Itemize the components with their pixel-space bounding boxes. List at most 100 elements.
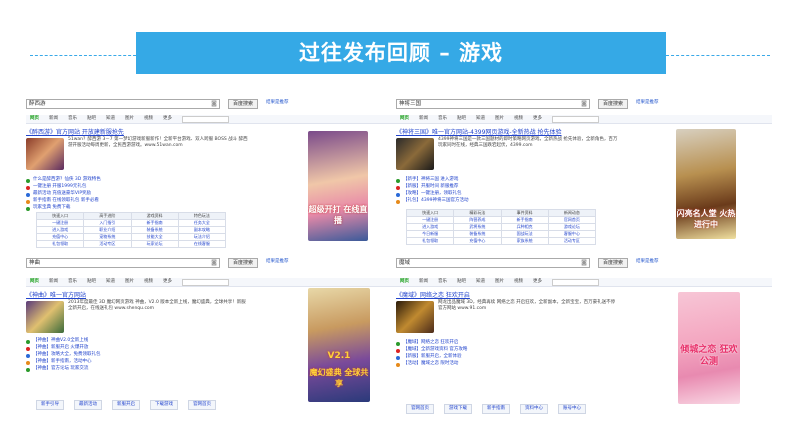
tab-more[interactable]: 更多 — [533, 279, 542, 285]
table-cell[interactable]: 任务大全 — [177, 219, 227, 227]
table-cell[interactable]: 装备系统 — [453, 230, 502, 238]
sitelink[interactable]: 【新服】新服开启，全新体验 — [396, 354, 666, 361]
search-button[interactable]: 百度搜索 — [598, 258, 629, 268]
camera-icon[interactable]: ◙ — [581, 259, 587, 267]
tab-web[interactable]: 网页 — [30, 116, 39, 122]
table-cell[interactable]: 游戏论坛 — [547, 223, 597, 231]
table-cell[interactable]: 一键注册 — [35, 219, 85, 227]
tab-music[interactable]: 音乐 — [438, 279, 447, 285]
sitelink[interactable]: 【魔域】网络之恋 狂欢开启 — [396, 340, 666, 347]
table-cell[interactable]: 一键注册 — [405, 216, 455, 224]
tab-tieba[interactable]: 贴吧 — [457, 279, 466, 285]
sitelink[interactable]: 【神曲】攻略大全，免费领取礼包 — [26, 352, 296, 359]
result-title[interactable]: 《醉西游》官方网站 开放建新服抢先 — [26, 129, 124, 137]
table-cell[interactable]: 活动专区 — [83, 240, 132, 248]
table-cell[interactable]: 新手指南 — [130, 219, 179, 227]
search-button[interactable]: 百度搜索 — [598, 99, 629, 109]
sitelink[interactable]: 【神曲】新服开启 火爆开放 — [26, 345, 296, 352]
tab-web[interactable]: 网页 — [30, 279, 39, 285]
tab-zhidao[interactable]: 知道 — [106, 279, 115, 285]
table-cell[interactable]: 武将系统 — [453, 223, 502, 231]
sitelink[interactable]: 新手指南 在线领取礼包 新手必看 — [26, 198, 296, 205]
tab-video[interactable]: 视频 — [514, 279, 523, 285]
quick-button[interactable]: 新手引导 — [36, 400, 64, 411]
quick-button[interactable]: 最新活动 — [74, 400, 102, 411]
table-cell[interactable]: 活动专区 — [547, 237, 597, 245]
tab-video[interactable]: 视频 — [144, 279, 153, 285]
sitelink[interactable]: 【活动】魔域之恋 限时活动 — [396, 361, 666, 368]
quick-button[interactable]: 游戏下载 — [444, 404, 472, 415]
game-ad-image[interactable]: 超级开打 在线直播 — [308, 131, 368, 241]
table-cell[interactable]: 兵种相克 — [500, 223, 549, 231]
result-title[interactable]: 《神曲》唯一官方网站 — [26, 292, 86, 300]
mini-search-input[interactable] — [552, 278, 599, 286]
sitelink[interactable]: 【神曲】神曲V2.0全新上线 — [26, 338, 296, 345]
table-cell[interactable]: 副本攻略 — [177, 226, 227, 234]
tab-tieba[interactable]: 贴吧 — [457, 116, 466, 122]
result-title[interactable]: 《魔域》网络之恋 狂欢开启 — [396, 292, 470, 300]
tab-music[interactable]: 音乐 — [438, 116, 447, 122]
table-cell[interactable]: 入门指引 — [83, 219, 132, 227]
game-ad-image[interactable]: V2.1 魔幻盛典 全球共享 — [308, 288, 370, 402]
table-cell[interactable]: 家族系统 — [500, 237, 549, 245]
table-cell[interactable]: 充值中心 — [35, 233, 85, 241]
advanced-link[interactable]: 结果是推荐 — [266, 259, 289, 265]
table-cell[interactable]: 今日新服 — [405, 230, 455, 238]
quick-button[interactable]: 下载游戏 — [150, 400, 178, 411]
tab-zhidao[interactable]: 知道 — [476, 279, 485, 285]
quick-button[interactable]: 官网首页 — [188, 400, 216, 411]
sitelink[interactable]: 【新服】开服时间 新服推荐 — [396, 184, 666, 191]
table-cell[interactable]: 客服中心 — [547, 230, 597, 238]
camera-icon[interactable]: ◙ — [211, 259, 217, 267]
tab-web[interactable]: 网页 — [400, 116, 409, 122]
advanced-link[interactable]: 结果是推荐 — [636, 259, 659, 265]
tab-images[interactable]: 图片 — [495, 116, 504, 122]
sitelink[interactable]: 【神曲】新手指南，活动中心 — [26, 359, 296, 366]
table-cell[interactable]: 新手指南 — [500, 216, 549, 224]
advanced-link[interactable]: 结果是推荐 — [266, 100, 289, 106]
sitelink[interactable]: 【神曲】官方论坛 玩家交流 — [26, 366, 296, 373]
search-input[interactable]: 醉西游 ◙ — [26, 99, 220, 109]
tab-music[interactable]: 音乐 — [68, 116, 77, 122]
sitelink[interactable]: 最新活动 充值送豪华VIP奖励 — [26, 191, 296, 198]
tab-more[interactable]: 更多 — [163, 116, 172, 122]
tab-more[interactable]: 更多 — [533, 116, 542, 122]
table-cell[interactable]: 玩家论坛 — [130, 240, 179, 248]
tab-news[interactable]: 新闻 — [419, 279, 428, 285]
table-cell[interactable]: 国战玩法 — [500, 230, 549, 238]
result-title[interactable]: 《神将三国》唯一官方网站-4399网页游戏-全新热战 抢先体验 — [396, 129, 562, 137]
tab-tieba[interactable]: 贴吧 — [87, 279, 96, 285]
tab-images[interactable]: 图片 — [495, 279, 504, 285]
search-button[interactable]: 百度搜索 — [228, 258, 259, 268]
table-cell[interactable]: 充值中心 — [453, 237, 502, 245]
search-input[interactable]: 神将三国 ◙ — [396, 99, 590, 109]
tab-news[interactable]: 新闻 — [419, 116, 428, 122]
sitelink[interactable]: 一键注册 开服1999元礼包 — [26, 184, 296, 191]
advanced-link[interactable]: 结果是推荐 — [636, 100, 659, 106]
sitelink[interactable]: 【魔域】全新游戏资料 官方攻略 — [396, 347, 666, 354]
sitelink[interactable]: 【攻略】一键注册，领取礼包 — [396, 191, 666, 198]
sitelink[interactable]: 【新手】神将三国 进入游戏 — [396, 177, 666, 184]
tab-zhidao[interactable]: 知道 — [106, 116, 115, 122]
search-input[interactable]: 神曲 ◙ — [26, 258, 220, 268]
game-ad-image[interactable]: 闪亮名人堂 火热进行中 — [676, 129, 736, 239]
table-cell[interactable]: 玩法介绍 — [177, 233, 227, 241]
table-cell[interactable]: 装备系统 — [130, 226, 179, 234]
quick-button[interactable]: 账号中心 — [558, 404, 586, 415]
table-cell[interactable]: 礼包领取 — [35, 240, 85, 248]
mini-search-input[interactable] — [552, 115, 599, 123]
table-cell[interactable]: 职业介绍 — [83, 226, 132, 234]
tab-web[interactable]: 网页 — [400, 279, 409, 285]
sitelink[interactable]: 玩家宝典 免费下载 — [26, 205, 296, 212]
sitelink[interactable]: 什么是醉西游？仙侠 3D 游戏特色 — [26, 177, 296, 184]
table-cell[interactable]: 礼包领取 — [405, 237, 455, 245]
table-cell[interactable]: 进入游戏 — [405, 223, 455, 231]
table-cell[interactable]: 阵营养成 — [453, 216, 502, 224]
table-cell[interactable]: 官网首页 — [547, 216, 597, 224]
tab-tieba[interactable]: 贴吧 — [87, 116, 96, 122]
tab-more[interactable]: 更多 — [163, 279, 172, 285]
mini-search-input[interactable] — [182, 278, 229, 286]
table-cell[interactable]: 宠物系统 — [83, 233, 132, 241]
game-ad-image[interactable]: 倾城之恋 狂欢公测 — [678, 292, 740, 404]
tab-images[interactable]: 图片 — [125, 279, 134, 285]
